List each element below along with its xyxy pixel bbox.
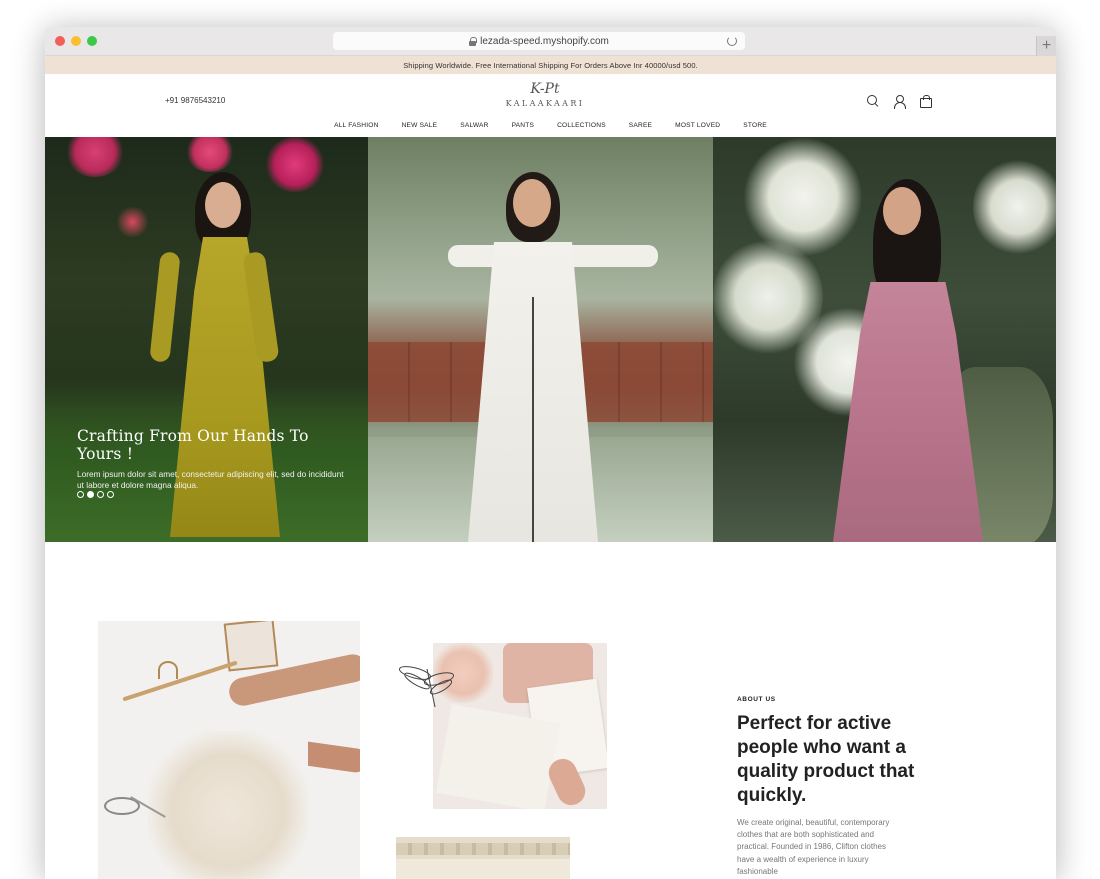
nav-item-salwar[interactable]: SALWAR xyxy=(449,122,500,129)
main-nav: ALL FASHION NEW SALE SALWAR PANTS COLLEC… xyxy=(45,122,1056,129)
logo-wordmark: KALAAKAARI xyxy=(505,99,585,108)
site-logo[interactable]: K-Pt KALAAKAARI xyxy=(505,81,585,108)
slide-dot-4[interactable] xyxy=(107,491,114,498)
nav-item-all-fashion[interactable]: ALL FASHION xyxy=(323,122,390,129)
bag-icon[interactable] xyxy=(918,94,932,108)
close-window-button[interactable] xyxy=(55,36,65,46)
minimize-window-button[interactable] xyxy=(71,36,81,46)
announcement-text: Shipping Worldwide. Free International S… xyxy=(403,60,698,70)
new-tab-button[interactable]: + xyxy=(1036,36,1056,56)
reload-icon[interactable] xyxy=(727,36,737,46)
slide-dot-2[interactable] xyxy=(87,491,94,498)
slide-dot-3[interactable] xyxy=(97,491,104,498)
browser-window: lezada-speed.myshopify.com + Shipping Wo… xyxy=(45,27,1056,879)
slide-dot-1[interactable] xyxy=(77,491,84,498)
dragonfly-icon xyxy=(397,659,457,709)
address-bar-url: lezada-speed.myshopify.com xyxy=(480,35,609,47)
zoom-window-button[interactable] xyxy=(87,36,97,46)
about-label: ABOUT US xyxy=(737,696,776,703)
logo-script: K-Pt xyxy=(530,81,560,97)
hero-title: Crafting From Our Hands To Yours ! xyxy=(77,427,309,463)
search-icon[interactable] xyxy=(866,94,880,108)
address-bar[interactable]: lezada-speed.myshopify.com xyxy=(333,32,745,50)
about-title: Perfect for active people who want a qua… xyxy=(737,713,915,806)
hero-image-center xyxy=(368,137,713,542)
hero-caption: Crafting From Our Hands To Yours ! Lorem… xyxy=(77,427,347,490)
nav-item-saree[interactable]: SAREE xyxy=(617,122,663,129)
nav-item-new-sale[interactable]: NEW SALE xyxy=(390,122,449,129)
about-image-fabrics xyxy=(396,837,570,879)
nav-item-store[interactable]: STORE xyxy=(732,122,779,129)
phone-number[interactable]: +91 9876543210 xyxy=(165,96,225,105)
about-image-sketches xyxy=(433,643,607,809)
announcement-bar: Shipping Worldwide. Free International S… xyxy=(45,56,1056,74)
user-icon[interactable] xyxy=(892,94,906,109)
slider-pagination xyxy=(77,491,114,498)
browser-toolbar: lezada-speed.myshopify.com + xyxy=(45,27,1056,56)
about-body: We create original, beautiful, contempor… xyxy=(737,818,890,876)
about-image-sewing xyxy=(98,621,360,879)
header-icons xyxy=(866,94,932,109)
nav-item-pants[interactable]: PANTS xyxy=(500,122,546,129)
hero-image-right xyxy=(713,137,1056,542)
nav-item-most-loved[interactable]: MOST LOVED xyxy=(664,122,732,129)
nav-item-collections[interactable]: COLLECTIONS xyxy=(546,122,618,129)
lock-icon xyxy=(469,37,478,46)
hero-slider[interactable]: Crafting From Our Hands To Yours ! Lorem… xyxy=(45,137,1056,542)
hero-subtitle: Lorem ipsum dolor sit amet, consectetur … xyxy=(77,469,344,490)
